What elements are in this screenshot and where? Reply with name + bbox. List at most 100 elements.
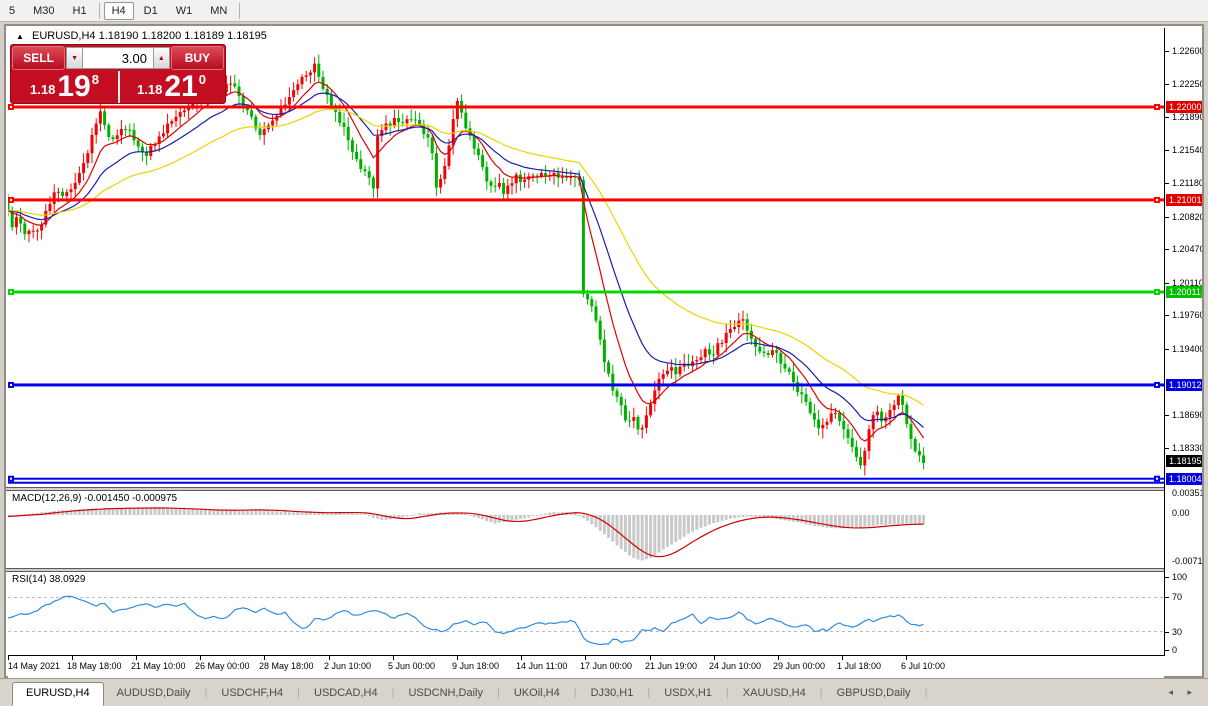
axis-tick [1165,650,1169,651]
date-tick [521,656,522,660]
tab-ukoil[interactable]: UKOil,H4 [501,683,573,703]
date-tick [842,656,843,660]
price-divider [118,71,120,103]
date-label: 28 May 18:00 [259,661,314,671]
date-label: 14 Jun 11:00 [516,661,567,671]
tab-eurusd[interactable]: EURUSD,H4 [12,682,104,706]
axis-tick [1165,117,1169,118]
chart-window: 1.226001.222501.218901.215401.211801.208… [4,24,1204,678]
date-tick [457,656,458,660]
date-label: 29 Jun 00:00 [773,661,825,671]
price-gridline-label: 1.19760 [1172,310,1202,320]
price-gridline-label: 1.18330 [1172,443,1202,453]
date-tick [72,656,73,660]
tab-usdchf[interactable]: USDCHF,H4 [208,683,296,703]
date-tick [136,656,137,660]
price-gridline-label: 1.21180 [1172,178,1202,188]
price-level-tag: 1.21001 [1166,194,1202,206]
axis-tick [1165,84,1169,85]
date-label: 17 Jun 00:00 [580,661,632,671]
rsi-scale-label: 100 [1172,572,1187,582]
date-label: 24 Jun 10:00 [709,661,761,671]
chart-tab-bar: EURUSD,H4AUDUSD,Daily|USDCHF,H4|USDCAD,H… [0,678,1208,706]
axis-tick [1165,349,1169,350]
tab-xauusd[interactable]: XAUUSD,H4 [730,683,819,703]
axis-tick [1165,315,1169,316]
price-gridline-label: 1.22600 [1172,46,1202,56]
collapse-panel-icon[interactable]: ▲ [16,32,24,41]
date-axis[interactable]: 14 May 202118 May 18:0021 May 10:0026 Ma… [8,656,1164,678]
axis-tick [1165,150,1169,151]
macd-label: MACD(12,26,9) -0.001450 -0.000975 [12,493,177,504]
volume-input[interactable] [83,47,153,69]
rsi-scale-label: 30 [1172,627,1182,637]
price-gridline-label: 1.18690 [1172,410,1202,420]
timeframe-button-h4[interactable]: H4 [104,2,134,20]
rsi-label: RSI(14) 38.0929 [12,574,85,585]
buy-price-display[interactable]: 1.18 21 0 [118,71,225,103]
date-label: 5 Jun 00:00 [388,661,435,671]
price-level-tag: 1.18004 [1166,473,1202,485]
sell-price-display[interactable]: 1.18 19 8 [11,71,118,103]
axis-tick [1165,415,1169,416]
macd-panel-canvas[interactable] [8,491,1164,568]
date-label: 2 Jun 10:00 [324,661,371,671]
timeframe-button-m30[interactable]: M30 [25,2,62,20]
price-gridline-label: 1.19400 [1172,344,1202,354]
price-gridline-label: 1.21540 [1172,145,1202,155]
tab-usdx[interactable]: USDX,H1 [651,683,725,703]
toolbar-separator [239,3,240,19]
date-label: 21 May 10:00 [131,661,186,671]
tab-usdcnh[interactable]: USDCNH,Daily [395,683,496,703]
price-level-tag: 1.20011 [1166,286,1202,298]
timeframe-button-h1[interactable]: H1 [65,2,95,20]
timeframe-toolbar: 5M30H1 H4D1W1MN [0,0,1208,22]
axis-tick [1165,632,1169,633]
price-gridline-label: 1.22250 [1172,79,1202,89]
date-tick [714,656,715,660]
price-gridline-label: 1.20820 [1172,212,1202,222]
timeframe-button-d1[interactable]: D1 [136,2,166,20]
chart-symbol: EURUSD,H4 [32,30,96,42]
price-axis[interactable]: 1.226001.222501.218901.215401.211801.208… [1165,26,1202,676]
date-label: 18 May 18:00 [67,661,122,671]
tab-scroll-arrows[interactable]: ◂ ▸ [1168,687,1198,698]
tab-gbpusd[interactable]: GBPUSD,Daily [824,683,924,703]
macd-scale-label: 0.00 [1172,508,1190,518]
macd-scale-label: -0.007178 [1172,556,1202,566]
tab-separator: | [924,687,929,699]
buy-button[interactable]: BUY [171,46,224,70]
sell-button[interactable]: SELL [12,46,65,70]
axis-tick [1165,183,1169,184]
axis-tick [1165,577,1169,578]
chart-ohlc-values: 1.18190 1.18200 1.18189 1.18195 [99,30,267,42]
date-label: 26 May 00:00 [195,661,250,671]
date-tick [393,656,394,660]
tab-usdcad[interactable]: USDCAD,H4 [301,683,391,703]
date-tick [264,656,265,660]
date-tick [906,656,907,660]
axis-tick [1165,51,1169,52]
axis-tick [1165,597,1169,598]
timeframe-button-mn[interactable]: MN [202,2,235,20]
date-tick [778,656,779,660]
date-tick [200,656,201,660]
volume-increase-button[interactable]: ▲ [153,47,170,69]
axis-tick [1165,249,1169,250]
axis-tick [1165,283,1169,284]
rsi-panel-canvas[interactable] [8,572,1164,656]
timeframe-button-w1[interactable]: W1 [168,2,201,20]
price-gridline-label: 1.20470 [1172,244,1202,254]
tab-audusd[interactable]: AUDUSD,Daily [104,683,204,703]
rsi-scale-label: 70 [1172,592,1182,602]
date-tick [585,656,586,660]
date-tick [329,656,330,660]
volume-decrease-button[interactable]: ▼ [66,47,83,69]
axis-tick [1165,217,1169,218]
timeframe-button-5[interactable]: 5 [1,2,23,20]
axis-tick [1165,448,1169,449]
date-tick [8,656,9,660]
price-level-tag: 1.18195 [1166,455,1202,467]
date-label: 6 Jul 10:00 [901,661,945,671]
tab-dj30[interactable]: DJ30,H1 [578,683,647,703]
